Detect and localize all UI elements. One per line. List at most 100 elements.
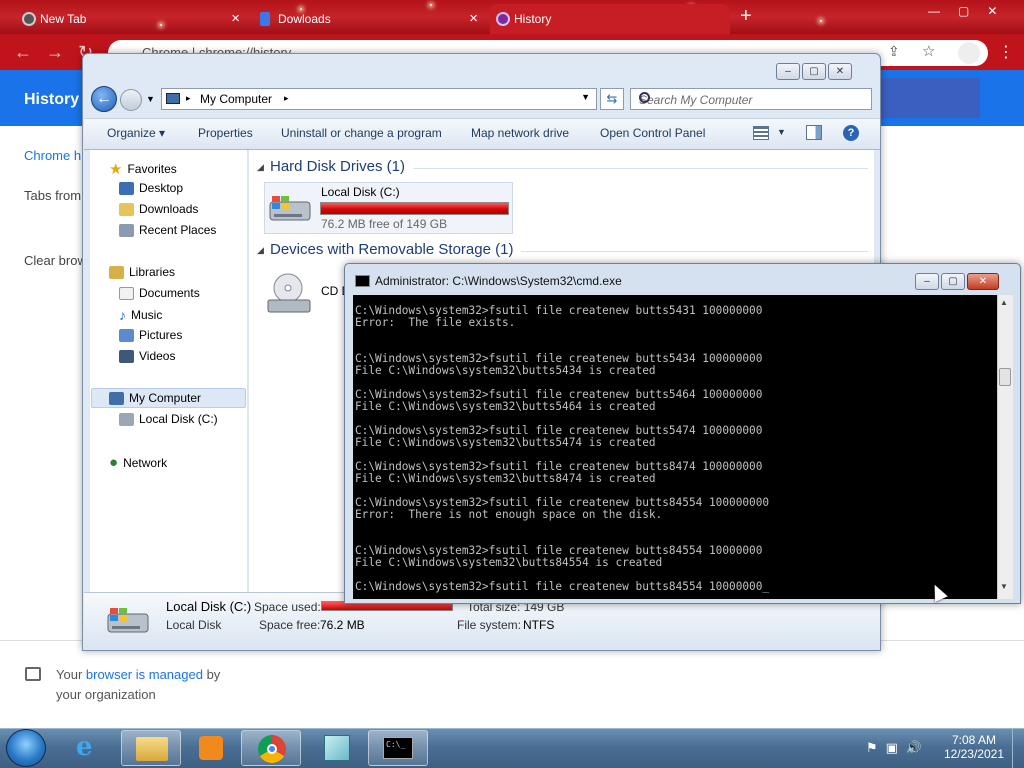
computer-icon <box>109 391 124 405</box>
documents-icon <box>119 286 134 300</box>
group-header-hard-disks[interactable]: Hard Disk Drives (1) <box>270 158 405 175</box>
tab-label: History <box>514 12 552 26</box>
close-icon[interactable]: × <box>231 10 240 27</box>
chrome-taskbar-button[interactable] <box>241 730 301 766</box>
tab-history[interactable]: History <box>490 4 730 34</box>
disk-name: Local Disk (C:) <box>321 185 400 199</box>
disk-usage-bar <box>320 202 509 215</box>
nav-item-libraries[interactable]: Libraries <box>109 265 175 279</box>
share-icon[interactable]: ⇪ <box>888 43 900 60</box>
computer-icon <box>166 93 180 104</box>
search-input[interactable]: Search My Computer <box>630 88 872 110</box>
chevron-down-icon[interactable]: ▼ <box>777 127 786 137</box>
minimize-button[interactable]: – <box>915 273 939 290</box>
profile-avatar[interactable] <box>958 42 980 64</box>
hard-drive-icon <box>269 196 311 221</box>
close-button[interactable]: ✕ <box>967 273 999 290</box>
back-arrow-icon[interactable]: ← <box>14 42 32 63</box>
managed-notice: Your browser is managed by <box>56 667 221 682</box>
history-dropdown-icon[interactable]: ▼ <box>146 94 155 104</box>
minimize-button[interactable]: – <box>776 63 800 80</box>
map-network-drive-button[interactable]: Map network drive <box>471 126 569 140</box>
properties-button[interactable]: Properties <box>198 126 253 140</box>
space-free-label: Space free: <box>259 618 321 632</box>
cd-drive-icon[interactable] <box>266 272 314 316</box>
details-disk-name: Local Disk (C:) <box>166 599 252 614</box>
notepad-taskbar-button[interactable] <box>306 730 366 766</box>
star-icon: ★ <box>109 161 123 178</box>
forward-arrow-icon[interactable]: → <box>46 42 64 63</box>
cmd-title: Administrator: C:\Windows\System32\cmd.e… <box>375 274 622 288</box>
managed-link[interactable]: browser is managed <box>86 667 203 682</box>
sidebar-item-tabs-from-devices[interactable]: Tabs from <box>24 188 81 203</box>
open-control-panel-button[interactable]: Open Control Panel <box>600 126 705 140</box>
chevron-right-icon[interactable]: ▸ <box>186 93 191 104</box>
folder-icon <box>136 737 168 761</box>
refresh-button[interactable]: ⇆ <box>600 88 624 110</box>
system-tray-icons[interactable]: ⚑▣🔊 <box>866 740 930 756</box>
search-placeholder: Search My Computer <box>639 93 753 107</box>
maximize-button[interactable]: ▢ <box>941 273 965 290</box>
sidebar-item-clear-browsing[interactable]: Clear brow <box>24 253 87 268</box>
scrollbar-thumb[interactable] <box>999 368 1011 386</box>
uninstall-button[interactable]: Uninstall or change a program <box>281 126 442 140</box>
nav-item-my-computer[interactable]: My Computer <box>109 391 201 405</box>
managed-notice-line2: your organization <box>56 687 156 702</box>
disk-free-text: 76.2 MB free of 149 GB <box>321 217 448 231</box>
explorer-taskbar-button[interactable] <box>121 730 181 766</box>
show-desktop-button[interactable] <box>1012 729 1024 768</box>
cmd-window: Administrator: C:\Windows\System32\cmd.e… <box>344 263 1021 604</box>
media-player-taskbar-button[interactable] <box>181 730 241 766</box>
help-icon[interactable]: ? <box>843 125 859 141</box>
close-button[interactable]: ✕ <box>828 63 852 80</box>
preview-pane-icon[interactable] <box>806 125 822 140</box>
nav-item-pictures[interactable]: Pictures <box>119 328 182 342</box>
address-bar[interactable]: ▸ My Computer ▸ ▼ <box>161 88 597 110</box>
new-tab-button[interactable]: + <box>740 5 752 28</box>
sidebar-item-chrome-history[interactable]: Chrome h <box>24 148 81 163</box>
nav-item-local-disk[interactable]: Local Disk (C:) <box>119 412 218 426</box>
libraries-icon <box>109 265 124 279</box>
maximize-button[interactable]: ▢ <box>802 63 826 80</box>
star-icon[interactable]: ☆ <box>922 42 935 60</box>
console-output[interactable]: C:\Windows\system32>fsutil file createne… <box>353 295 997 599</box>
nav-item-videos[interactable]: Videos <box>119 349 175 363</box>
recent-places-icon <box>119 223 134 237</box>
forward-button[interactable] <box>120 89 142 111</box>
nav-item-documents[interactable]: Documents <box>119 286 200 300</box>
explorer-window-controls: – ▢ ✕ <box>776 63 852 80</box>
nav-item-recent-places[interactable]: Recent Places <box>119 223 216 237</box>
cmd-taskbar-button[interactable]: C:\_ <box>368 730 428 766</box>
scrollbar[interactable] <box>997 295 1013 599</box>
nav-item-favorites[interactable]: ★ Favorites <box>109 160 177 178</box>
group-header-removable[interactable]: Devices with Removable Storage (1) <box>270 241 513 258</box>
tab-new-tab[interactable]: New Tab × <box>16 4 248 34</box>
network-icon: ● <box>109 454 119 471</box>
chevron-right-icon[interactable]: ▸ <box>284 93 289 104</box>
download-icon <box>260 12 270 26</box>
close-icon[interactable]: × <box>469 10 478 27</box>
collapse-arrow-icon[interactable]: ◢ <box>257 162 264 173</box>
nav-item-music[interactable]: ♪ Music <box>119 307 162 323</box>
space-free-value: 76.2 MB <box>320 618 365 632</box>
chevron-down-icon[interactable]: ▼ <box>581 92 590 102</box>
internet-explorer-taskbar-button[interactable]: e <box>61 730 121 766</box>
nav-item-desktop[interactable]: Desktop <box>119 181 183 195</box>
divider <box>413 168 868 169</box>
tab-downloads[interactable]: Dowloads × <box>254 4 486 34</box>
scroll-down-icon[interactable]: ▼ <box>1000 582 1008 591</box>
scroll-up-icon[interactable]: ▲ <box>1000 298 1008 307</box>
nav-item-downloads[interactable]: Downloads <box>119 202 198 216</box>
back-button[interactable]: ← <box>91 86 117 112</box>
organize-button[interactable]: Organize ▾ <box>107 126 165 140</box>
view-options-icon[interactable] <box>753 126 769 140</box>
collapse-arrow-icon[interactable]: ◢ <box>257 245 264 256</box>
chrome-window-controls[interactable]: —▢✕ <box>928 4 1015 18</box>
history-search-field[interactable] <box>870 78 980 118</box>
cmd-icon: C:\_ <box>383 737 413 759</box>
file-system-label: File system: <box>457 618 522 632</box>
menu-kebab-icon[interactable]: ⋮ <box>998 42 1014 62</box>
nav-item-network[interactable]: ● Network <box>109 454 167 471</box>
clock[interactable]: 7:08 AM 12/23/2021 <box>944 733 1004 761</box>
start-button[interactable] <box>6 729 46 767</box>
